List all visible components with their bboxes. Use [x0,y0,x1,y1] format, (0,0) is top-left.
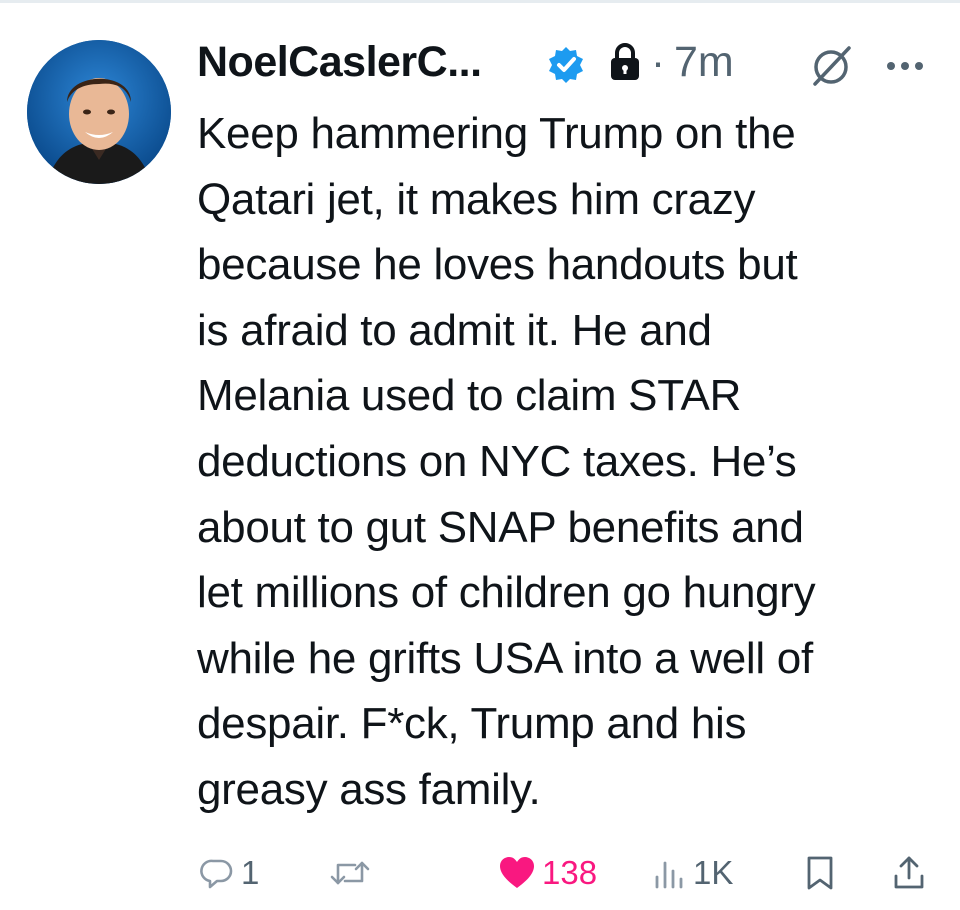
more-icon[interactable] [881,44,929,88]
tweet-time[interactable]: 7m [674,38,734,87]
avatar[interactable] [27,40,171,184]
heart-icon [500,856,534,888]
author-name[interactable]: NoelCaslerC... [197,38,482,87]
views-icon [655,861,683,888]
like-count: 138 [542,853,598,891]
share-button[interactable] [891,845,927,900]
tweet-text: Keep hammering Trump on the Qatari jet, … [197,109,816,814]
lock-icon [611,43,639,80]
reply-button[interactable]: 1 [199,845,259,900]
verified-badge-icon [549,47,583,83]
reply-icon [200,859,233,888]
separator-dot: · [651,38,665,85]
action-bar: 1 138 1K [197,845,942,900]
bookmark-icon [807,856,833,889]
bookmark-button[interactable] [804,845,836,900]
retweet-icon [330,861,370,884]
share-icon [894,856,924,888]
grok-icon[interactable] [807,42,855,90]
retweet-button[interactable] [329,845,377,900]
views-count: 1K [693,853,734,891]
views-button[interactable]: 1K [653,845,733,900]
tweet-header: NoelCaslerC... · 7m [197,30,937,100]
top-divider [0,0,960,3]
like-button[interactable]: 138 [498,845,597,900]
reply-count: 1 [241,853,260,891]
